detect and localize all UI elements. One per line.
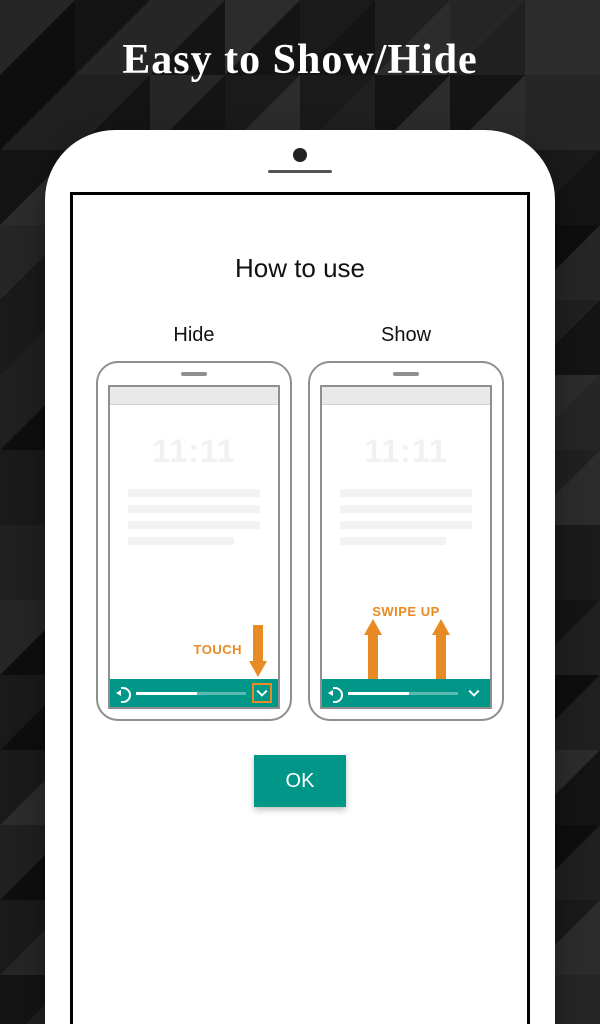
volume-slider[interactable] — [348, 692, 458, 695]
placeholder-lines — [128, 489, 260, 553]
mini-screen-hide: 11:11 TOUCH — [108, 385, 280, 709]
mini-screen-show: 11:11 SWIPE UP — [320, 385, 492, 709]
speaker-bar-icon — [268, 170, 332, 173]
collapse-button[interactable] — [252, 683, 272, 703]
instruction-pair: Hide 11:11 TOUCH — [96, 324, 504, 721]
mini-speaker-icon — [181, 372, 207, 376]
ok-button[interactable]: OK — [254, 755, 346, 807]
mini-statusbar — [110, 387, 278, 405]
volume-icon — [116, 686, 130, 700]
placeholder-lines — [340, 489, 472, 553]
page-title: How to use — [235, 253, 365, 284]
mini-clock: 11:11 — [322, 433, 490, 470]
mini-clock: 11:11 — [110, 433, 278, 470]
volume-bar[interactable] — [110, 679, 278, 707]
volume-icon — [328, 686, 342, 700]
collapse-button[interactable] — [464, 683, 484, 703]
mini-phone-show: 11:11 SWIPE UP — [308, 361, 504, 721]
chevron-down-icon — [256, 687, 268, 699]
arrow-up-icon — [432, 619, 450, 679]
arrow-up-icon — [364, 619, 382, 679]
column-hide-label: Hide — [173, 324, 214, 347]
swipe-up-label: SWIPE UP — [322, 604, 490, 619]
volume-slider[interactable] — [136, 692, 246, 695]
column-show-label: Show — [381, 324, 431, 347]
touch-label: TOUCH — [194, 642, 242, 657]
arrow-down-icon — [249, 625, 267, 677]
mini-speaker-icon — [393, 372, 419, 376]
column-show: Show 11:11 SWIPE UP — [308, 324, 504, 721]
speaker-dot-icon — [293, 148, 307, 162]
chevron-down-icon — [468, 687, 480, 699]
volume-bar[interactable] — [322, 679, 490, 707]
mini-statusbar — [322, 387, 490, 405]
device-screen: How to use Hide 11:11 — [70, 192, 530, 1024]
marketing-headline: Easy to Show/Hide — [0, 36, 600, 84]
mini-phone-hide: 11:11 TOUCH — [96, 361, 292, 721]
column-hide: Hide 11:11 TOUCH — [96, 324, 292, 721]
device-mockup: How to use Hide 11:11 — [45, 130, 555, 1024]
